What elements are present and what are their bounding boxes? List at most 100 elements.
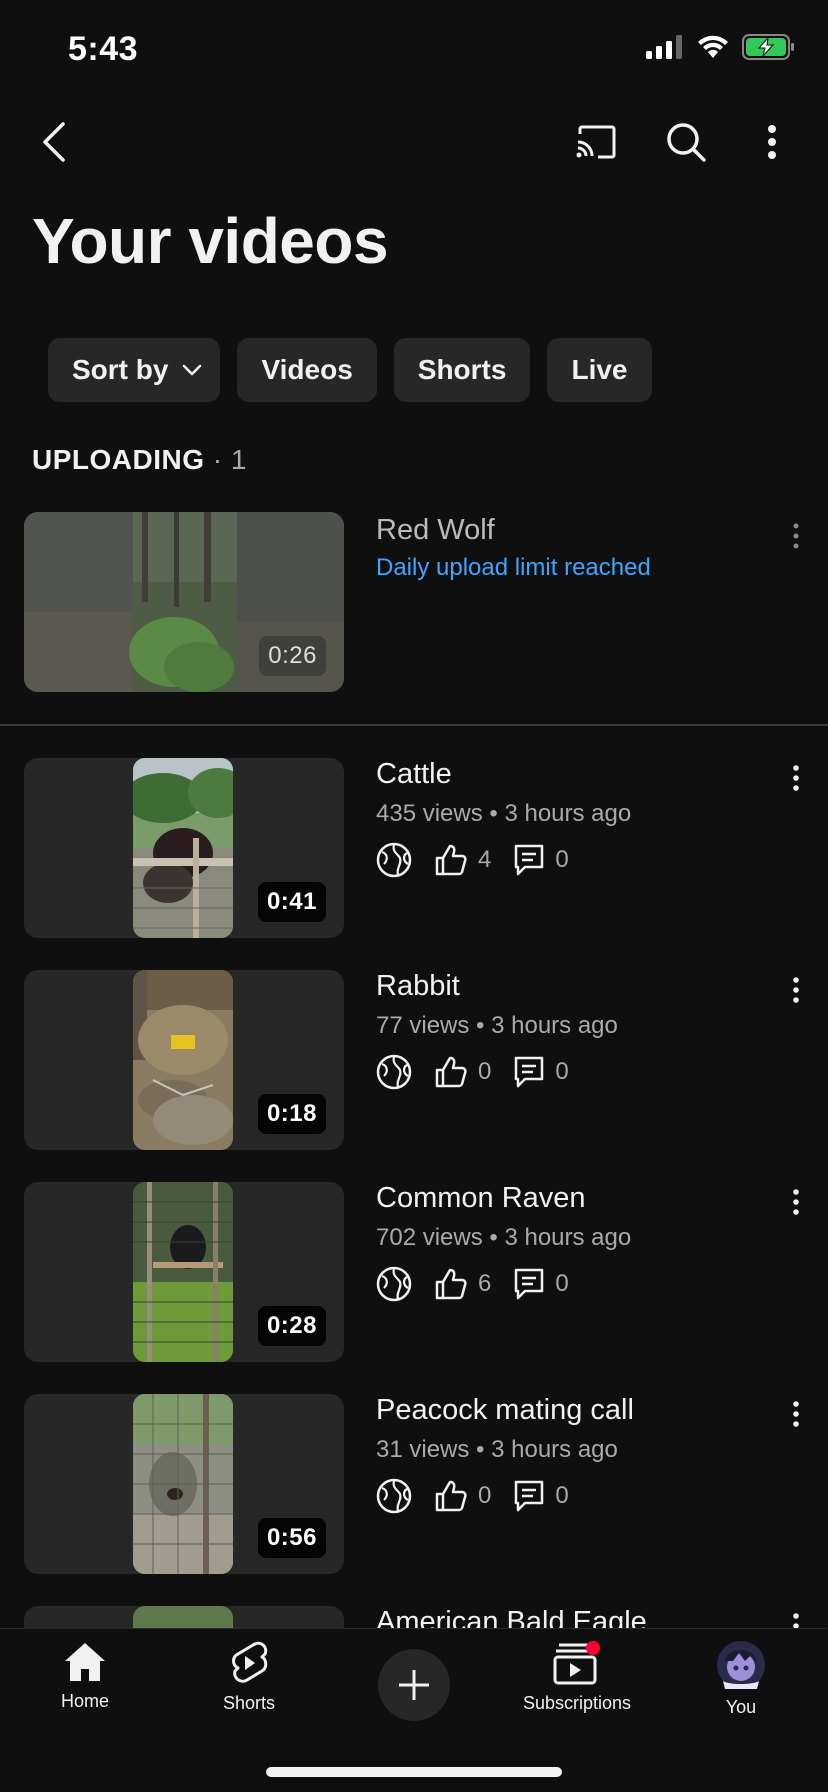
status-time: 5:43 xyxy=(68,30,139,68)
like-count: 6 xyxy=(478,1270,492,1297)
chevron-down-icon xyxy=(183,364,202,376)
video-title: Cattle xyxy=(376,758,452,790)
uploading-video-row[interactable]: 0:26 Red Wolf Daily upload limit reached xyxy=(0,512,828,692)
video-title: Peacock mating call xyxy=(376,1394,634,1426)
more-vert-icon xyxy=(793,977,799,1003)
video-thumbnail[interactable]: 0:56 xyxy=(24,1394,344,1574)
nav-you[interactable]: You xyxy=(666,1641,816,1718)
video-row[interactable]: 0:18 Rabbit 77 views • 3 hours ago 0 0 xyxy=(0,970,828,1150)
back-arrow-icon xyxy=(43,122,65,162)
comment-icon xyxy=(513,1267,545,1301)
thumbs-up-icon xyxy=(434,1267,468,1301)
video-stats: 4 0 xyxy=(376,840,591,880)
video-meta: 31 views • 3 hours ago xyxy=(376,1436,618,1463)
video-menu-button[interactable] xyxy=(782,758,810,798)
video-thumbnail[interactable]: 0:41 xyxy=(24,758,344,938)
video-menu-button[interactable] xyxy=(782,516,810,556)
avatar xyxy=(717,1641,765,1689)
comment-count: 0 xyxy=(555,1058,569,1085)
nav-shorts[interactable]: Shorts xyxy=(174,1641,324,1714)
video-thumbnail[interactable]: 0:26 xyxy=(24,512,344,692)
cast-button[interactable] xyxy=(570,114,622,170)
plus-icon xyxy=(399,1670,429,1700)
status-icons xyxy=(646,34,796,60)
video-duration: 0:28 xyxy=(257,1306,326,1346)
more-vert-icon xyxy=(793,523,799,549)
back-button[interactable] xyxy=(28,116,80,168)
search-icon xyxy=(667,123,706,162)
video-meta: 435 views • 3 hours ago xyxy=(376,800,632,827)
status-bar: 5:43 xyxy=(0,0,828,100)
sort-by-chip[interactable]: Sort by xyxy=(48,338,221,402)
video-row[interactable]: 0:28 Common Raven 702 views • 3 hours ag… xyxy=(0,1182,828,1362)
nav-subscriptions[interactable]: Subscriptions xyxy=(502,1641,652,1714)
video-row[interactable]: 0:56 Peacock mating call 31 views • 3 ho… xyxy=(0,1394,828,1574)
video-row[interactable]: 0:41 Cattle 435 views • 3 hours ago 4 0 xyxy=(0,758,828,938)
comment-icon xyxy=(513,1055,545,1089)
video-meta: 77 views • 3 hours ago xyxy=(376,1012,618,1039)
screen: 5:43 Your videos Sort by Videos Shorts L… xyxy=(0,0,828,1792)
like-count: 4 xyxy=(478,846,492,873)
shorts-icon xyxy=(232,1641,268,1683)
filter-chips: Sort by Videos Shorts Live xyxy=(48,338,652,402)
section-title: UPLOADING xyxy=(32,444,205,475)
like-count: 0 xyxy=(478,1482,492,1509)
video-menu-button[interactable] xyxy=(782,1394,810,1434)
uploading-section-header: UPLOADING · 1 xyxy=(32,444,247,476)
section-count: · 1 xyxy=(212,444,247,475)
thumbs-up-icon xyxy=(434,1479,468,1513)
nav-home-label: Home xyxy=(60,1691,109,1711)
nav-you-label: You xyxy=(725,1697,757,1717)
video-thumbnail[interactable]: 0:28 xyxy=(24,1182,344,1362)
battery-charging-icon xyxy=(742,34,794,60)
thumbnail-image xyxy=(133,758,233,938)
video-duration: 0:41 xyxy=(257,882,326,922)
video-title: Rabbit xyxy=(376,970,460,1002)
video-stats: 0 0 xyxy=(376,1476,591,1516)
upload-status: Daily upload limit reached xyxy=(376,554,651,581)
thumbs-up-icon xyxy=(434,1055,468,1089)
subscriptions-icon xyxy=(553,1641,600,1685)
more-options-button[interactable] xyxy=(746,114,798,170)
search-button[interactable] xyxy=(658,114,714,170)
like-count: 0 xyxy=(478,1058,492,1085)
globe-icon xyxy=(376,1478,412,1514)
more-vert-icon xyxy=(793,765,799,791)
video-menu-button[interactable] xyxy=(782,970,810,1010)
more-vert-icon xyxy=(793,1401,799,1427)
thumbs-up-icon xyxy=(434,843,468,877)
video-duration: 0:18 xyxy=(257,1094,326,1134)
home-indicator[interactable] xyxy=(266,1767,562,1777)
shorts-chip[interactable]: Shorts xyxy=(393,338,531,402)
top-app-bar xyxy=(0,108,828,176)
section-divider xyxy=(0,724,828,726)
create-button[interactable] xyxy=(378,1649,450,1721)
wifi-icon xyxy=(698,35,728,58)
globe-icon xyxy=(376,1266,412,1302)
globe-icon xyxy=(376,1054,412,1090)
nav-home[interactable]: Home xyxy=(10,1641,160,1712)
comment-count: 0 xyxy=(555,1270,569,1297)
videos-chip[interactable]: Videos xyxy=(237,338,377,402)
nav-subscriptions-label: Subscriptions xyxy=(522,1693,632,1713)
video-meta: 702 views • 3 hours ago xyxy=(376,1224,632,1251)
video-title: Red Wolf xyxy=(376,514,495,546)
more-vert-icon xyxy=(793,1189,799,1215)
globe-icon xyxy=(376,842,412,878)
more-vert-icon xyxy=(768,125,776,159)
video-stats: 6 0 xyxy=(376,1264,591,1304)
cast-icon xyxy=(576,125,616,159)
comment-icon xyxy=(513,1479,545,1513)
nav-shorts-label: Shorts xyxy=(222,1693,276,1713)
video-thumbnail[interactable]: 0:18 xyxy=(24,970,344,1150)
comment-icon xyxy=(513,843,545,877)
sort-by-label: Sort by xyxy=(72,354,169,385)
home-icon xyxy=(65,1643,105,1681)
thumbnail-image xyxy=(133,1394,233,1574)
video-duration: 0:56 xyxy=(257,1518,326,1558)
cellular-signal-icon xyxy=(646,35,682,59)
video-stats: 0 0 xyxy=(376,1052,591,1092)
live-chip[interactable]: Live xyxy=(547,338,652,402)
video-duration: 0:26 xyxy=(259,636,326,676)
video-menu-button[interactable] xyxy=(782,1182,810,1222)
